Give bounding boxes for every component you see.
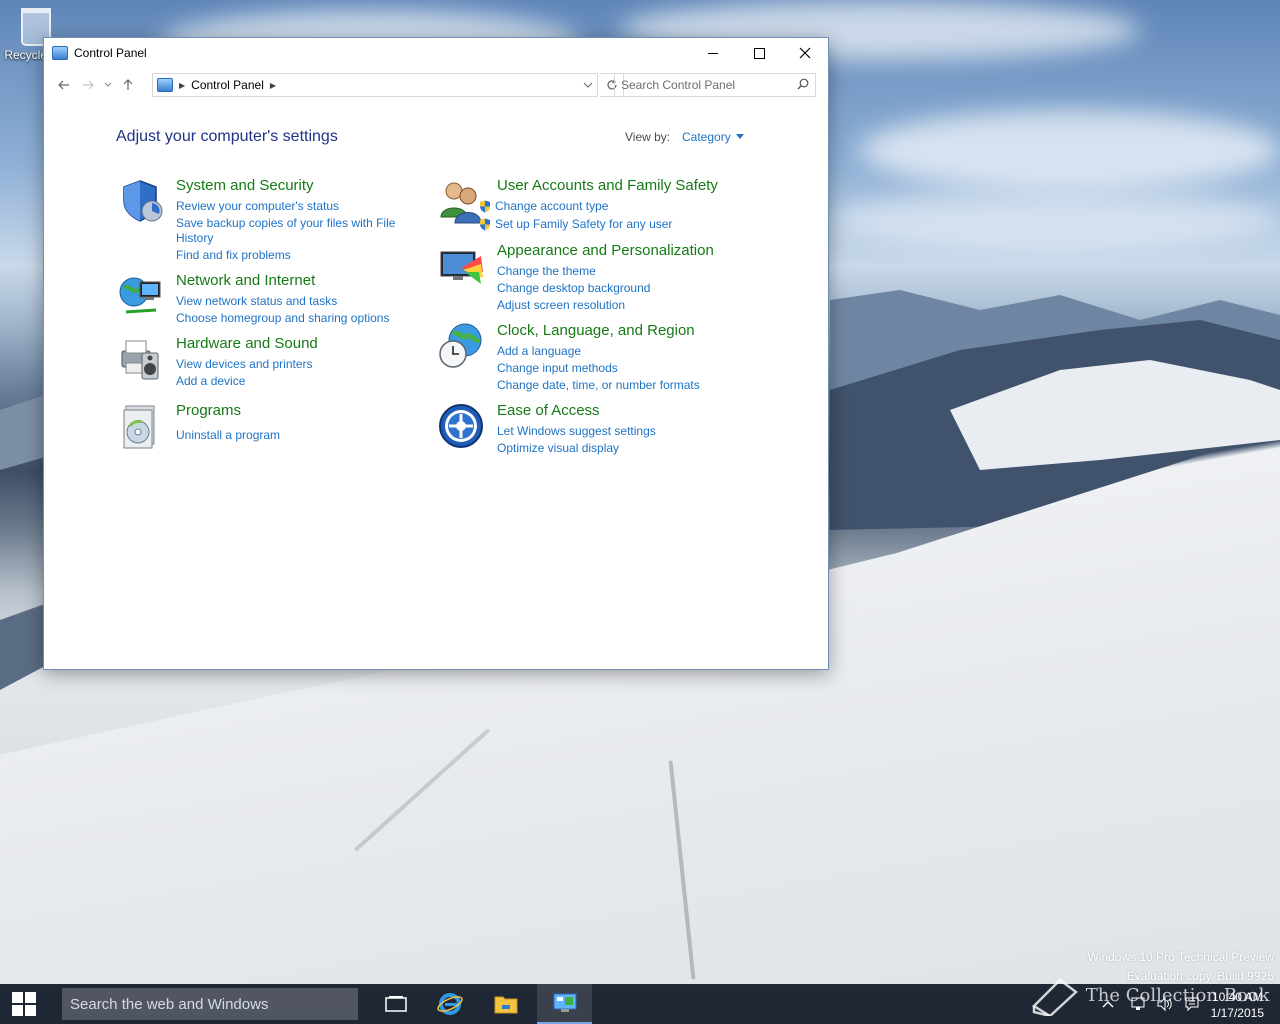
- taskbar-search-input[interactable]: Search the web and Windows: [70, 996, 268, 1013]
- link-change-account-type-label: Change account type: [495, 199, 609, 213]
- category-appearance: Appearance and Personalization Change th…: [437, 242, 777, 312]
- arrow-left-icon: [58, 80, 69, 90]
- maximize-button[interactable]: [736, 38, 782, 68]
- ease-of-access-icon: [439, 404, 483, 448]
- category-hardware-sound: Hardware and Sound View devices and prin…: [116, 335, 416, 395]
- link-find-fix-problems[interactable]: Find and fix problems: [176, 248, 291, 262]
- brand-overlay-text: The Collection Book: [1085, 985, 1270, 1006]
- recent-locations-button[interactable]: [100, 73, 116, 97]
- arrow-right-icon: [83, 80, 94, 90]
- arrow-up-icon: [123, 79, 133, 90]
- clock-globe-icon: [439, 323, 482, 368]
- link-desktop-background[interactable]: Change desktop background: [497, 281, 650, 295]
- link-network-status[interactable]: View network status and tasks: [176, 294, 337, 308]
- window-title: Control Panel: [74, 46, 147, 60]
- windows-logo-icon: [12, 992, 36, 1016]
- task-view-icon: [385, 996, 407, 1012]
- view-by-value: Category: [682, 130, 731, 144]
- category-title-clock-language-region[interactable]: Clock, Language, and Region: [497, 322, 695, 339]
- category-title-hardware-sound[interactable]: Hardware and Sound: [176, 335, 318, 352]
- link-add-device[interactable]: Add a device: [176, 374, 245, 388]
- shield-icon: [123, 180, 163, 222]
- link-family-safety[interactable]: Set up Family Safety for any user: [479, 217, 672, 231]
- link-devices-printers[interactable]: View devices and printers: [176, 357, 313, 371]
- users-icon: [440, 182, 482, 224]
- breadcrumb-control-panel[interactable]: Control Panel: [191, 78, 264, 92]
- close-button[interactable]: [782, 38, 828, 68]
- monitor-palette-icon: [440, 251, 483, 284]
- taskbar-search-box[interactable]: Search the web and Windows: [62, 988, 358, 1020]
- category-network-internet: Network and Internet View network status…: [116, 272, 416, 332]
- category-user-accounts: User Accounts and Family Safety Change a…: [437, 177, 777, 231]
- link-suggest-settings[interactable]: Let Windows suggest settings: [497, 424, 656, 438]
- link-homegroup[interactable]: Choose homegroup and sharing options: [176, 311, 389, 325]
- search-icon[interactable]: [797, 78, 809, 90]
- category-title-network-internet[interactable]: Network and Internet: [176, 272, 315, 289]
- category-title-system-security[interactable]: System and Security: [176, 177, 314, 194]
- globe-network-icon: [119, 277, 161, 314]
- control-panel-window[interactable]: Control Panel ▶ Control Panel ▶ Search C…: [43, 37, 829, 670]
- chevron-down-icon: [104, 82, 112, 87]
- category-ease-of-access: Ease of Access Let Windows suggest setti…: [437, 402, 777, 462]
- control-panel-icon: [553, 993, 576, 1012]
- watermark-edition: Windows 10 Pro Technical Preview: [1087, 950, 1274, 964]
- view-by-label: View by:: [625, 130, 671, 144]
- title-bar[interactable]: Control Panel: [44, 38, 828, 68]
- address-dropdown-icon[interactable]: [583, 78, 593, 92]
- link-screen-resolution[interactable]: Adjust screen resolution: [497, 298, 625, 312]
- folder-icon: [494, 996, 518, 1014]
- chevron-right-icon[interactable]: ▶: [179, 81, 185, 90]
- link-add-language[interactable]: Add a language: [497, 344, 581, 358]
- link-change-account-type[interactable]: Change account type: [479, 199, 608, 213]
- link-review-status[interactable]: Review your computer's status: [176, 199, 339, 213]
- link-save-backup-history[interactable]: History: [176, 231, 213, 245]
- category-title-user-accounts[interactable]: User Accounts and Family Safety: [497, 177, 718, 194]
- book-icon: [1032, 978, 1078, 1018]
- link-save-backup[interactable]: Save backup copies of your files with Fi…: [176, 216, 395, 230]
- maximize-icon: [753, 47, 765, 59]
- printer-speaker-icon: [121, 340, 159, 380]
- control-panel-icon: [157, 78, 173, 92]
- task-view-button[interactable]: [370, 984, 422, 1024]
- link-family-safety-label: Set up Family Safety for any user: [495, 217, 673, 231]
- category-system-security: System and Security Review your computer…: [116, 177, 416, 267]
- internet-explorer-icon: [437, 993, 463, 1015]
- uac-shield-icon: [480, 200, 490, 212]
- link-change-theme[interactable]: Change the theme: [497, 264, 596, 278]
- brand-overlay: The Collection Book: [1030, 976, 1270, 1018]
- minimize-icon: [708, 52, 718, 54]
- link-input-methods[interactable]: Change input methods: [497, 361, 618, 375]
- back-button[interactable]: [52, 73, 76, 97]
- page-title: Adjust your computer's settings: [116, 128, 338, 145]
- cloud: [860, 110, 1280, 190]
- control-panel-content: Adjust your computer's settings View by:…: [44, 102, 830, 670]
- category-programs: Programs Uninstall a program: [116, 402, 416, 452]
- minimize-button[interactable]: [690, 38, 736, 68]
- category-clock-language-region: Clock, Language, and Region Add a langua…: [437, 322, 777, 392]
- caret-down-icon: [735, 134, 744, 139]
- programs-disc-icon: [123, 405, 155, 449]
- link-uninstall-program[interactable]: Uninstall a program: [176, 428, 280, 442]
- start-button[interactable]: [0, 984, 48, 1024]
- link-optimize-display[interactable]: Optimize visual display: [497, 441, 619, 455]
- control-panel-taskbar-button[interactable]: [537, 984, 592, 1024]
- internet-explorer-button[interactable]: [424, 984, 476, 1024]
- control-panel-icon: [52, 46, 68, 60]
- address-bar[interactable]: ▶ Control Panel ▶: [152, 73, 598, 97]
- forward-button[interactable]: [76, 73, 100, 97]
- category-title-programs[interactable]: Programs: [176, 402, 241, 419]
- up-button[interactable]: [116, 73, 140, 97]
- navigation-bar: ▶ Control Panel ▶ Search Control Panel: [44, 68, 828, 102]
- category-title-ease-of-access[interactable]: Ease of Access: [497, 402, 600, 419]
- category-title-appearance[interactable]: Appearance and Personalization: [497, 242, 714, 259]
- chevron-right-icon[interactable]: ▶: [270, 81, 276, 90]
- cloud: [830, 190, 1280, 250]
- uac-shield-icon: [480, 218, 490, 230]
- search-box[interactable]: Search Control Panel: [614, 73, 816, 97]
- search-input[interactable]: Search Control Panel: [621, 78, 735, 92]
- link-date-time-formats[interactable]: Change date, time, or number formats: [497, 378, 700, 392]
- view-by-dropdown[interactable]: Category: [682, 130, 744, 144]
- close-icon: [799, 47, 811, 59]
- file-explorer-button[interactable]: [480, 984, 532, 1024]
